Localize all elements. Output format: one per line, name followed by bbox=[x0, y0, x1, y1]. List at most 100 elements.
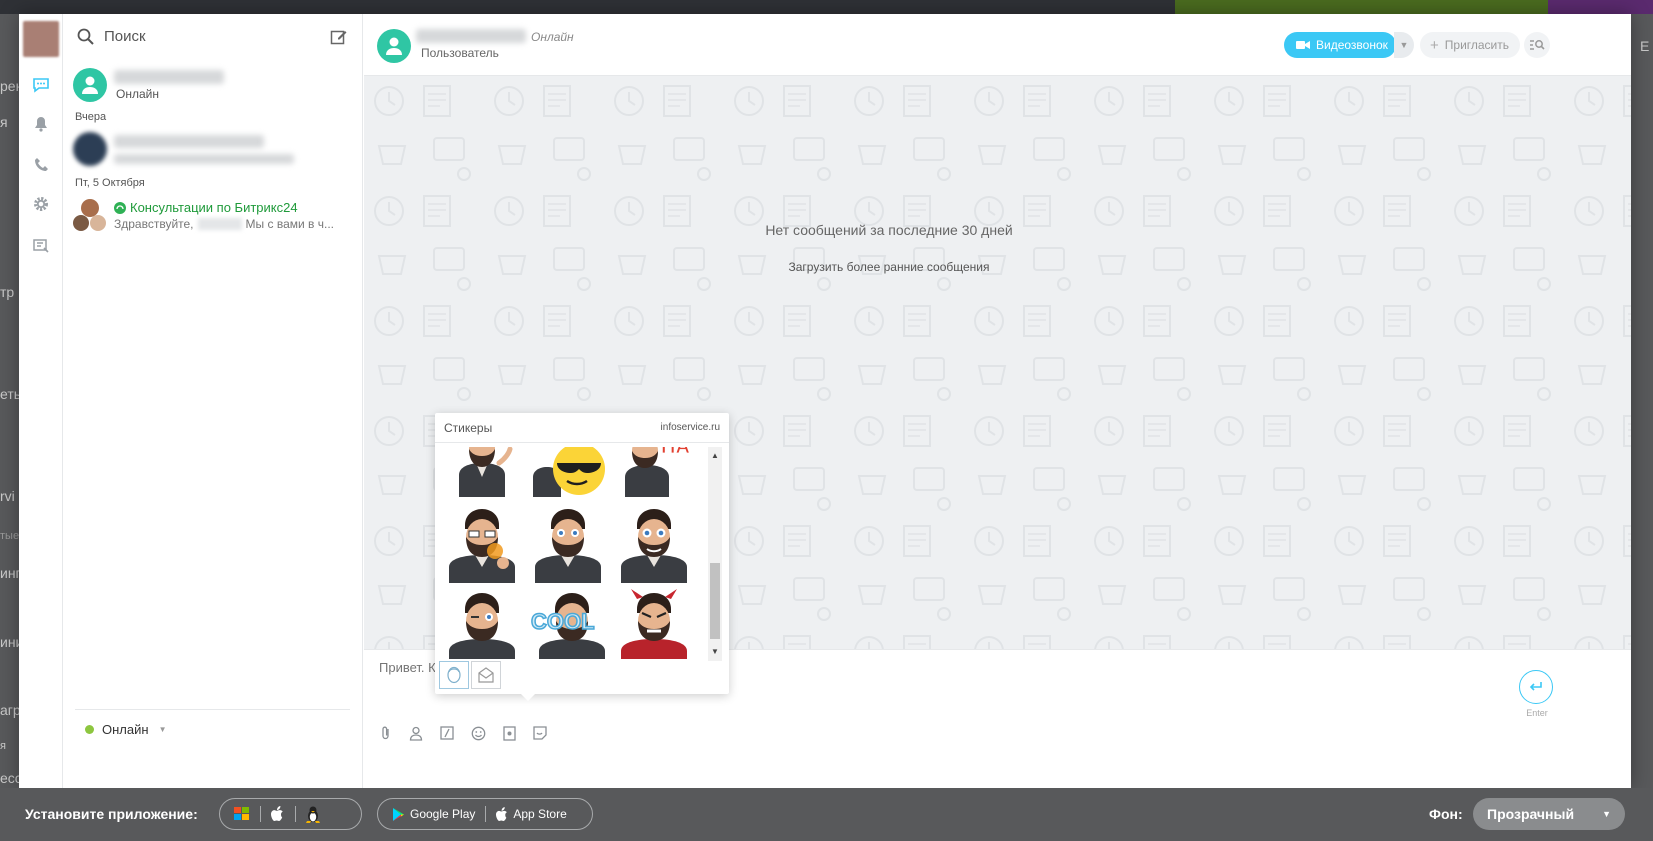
bg-fragment: я bbox=[0, 114, 8, 130]
sticker-icon[interactable] bbox=[532, 725, 548, 741]
sticker-item[interactable] bbox=[443, 505, 521, 583]
sticker-scrollbar[interactable]: ▲ ▼ bbox=[708, 447, 722, 661]
avatar bbox=[73, 132, 107, 166]
messenger-nav bbox=[19, 14, 63, 788]
bg-fragment: тр bbox=[0, 284, 15, 300]
smile-icon[interactable] bbox=[470, 725, 486, 741]
apple-icon bbox=[496, 806, 508, 821]
bg-fragment: агр bbox=[0, 702, 21, 718]
user-status: Онлайн bbox=[116, 87, 159, 101]
sticker-item[interactable] bbox=[529, 505, 607, 583]
list-item-consultations[interactable]: Консультации по Битрикс24 Здравствуйте, … bbox=[73, 199, 352, 233]
sticker-grid: HA COOL bbox=[443, 447, 707, 659]
bg-fragment: тые bbox=[0, 530, 20, 542]
my-status-label: Онлайн bbox=[102, 722, 149, 737]
avatar[interactable] bbox=[377, 29, 411, 63]
compose-icon[interactable] bbox=[330, 28, 348, 51]
chat-title: Консультации по Битрикс24 bbox=[130, 200, 298, 215]
bg-fragment: E bbox=[1640, 38, 1650, 54]
apple-icon[interactable] bbox=[271, 806, 285, 822]
bg-fragment: инг bbox=[0, 565, 21, 581]
sticker-pack-tab-2[interactable] bbox=[471, 661, 501, 689]
chat-preview-a: Здравствуйте, bbox=[114, 217, 194, 231]
search-input[interactable]: Поиск bbox=[104, 28, 146, 45]
chat-name-blurred bbox=[114, 135, 264, 148]
date-separator: Вчера bbox=[75, 111, 107, 123]
video-call-label: Видеозвонок bbox=[1316, 38, 1388, 52]
list-item[interactable] bbox=[73, 132, 352, 166]
bell-icon[interactable] bbox=[31, 114, 51, 134]
chat-icon[interactable] bbox=[31, 75, 51, 95]
search-bar[interactable]: Поиск bbox=[77, 28, 146, 45]
avatar bbox=[73, 68, 107, 102]
chevron-down-icon: ▼ bbox=[1602, 809, 1611, 819]
preview-blurred bbox=[197, 218, 242, 230]
send-button[interactable] bbox=[1519, 670, 1553, 704]
group-avatar bbox=[73, 199, 107, 233]
command-icon[interactable] bbox=[439, 725, 455, 741]
online-dot bbox=[85, 725, 94, 734]
mail-face-icon bbox=[478, 667, 494, 683]
list-item-current-user[interactable]: Онлайн bbox=[73, 68, 352, 102]
face-icon bbox=[447, 666, 461, 684]
document-icon[interactable] bbox=[501, 725, 517, 741]
video-call-button[interactable]: Видеозвонок bbox=[1284, 32, 1396, 58]
sticker-item[interactable] bbox=[529, 447, 607, 497]
linux-icon[interactable] bbox=[306, 806, 320, 823]
sticker-title: Стикеры bbox=[444, 420, 493, 435]
search-icon bbox=[77, 28, 94, 45]
chat-preview-blurred bbox=[114, 154, 294, 164]
install-apps-bar: Установите приложение: Google Play App S… bbox=[0, 788, 1653, 841]
mobile-apps-pill: Google Play App Store bbox=[377, 798, 593, 830]
messenger-window: Поиск Онлайн Вчера Пт, 5 Октября Консуль… bbox=[19, 14, 1631, 788]
notes-icon[interactable] bbox=[31, 236, 51, 256]
sticker-source[interactable]: infoservice.ru bbox=[661, 422, 720, 433]
chat-user-status: Онлайн bbox=[531, 30, 574, 44]
sticker-item[interactable] bbox=[443, 447, 521, 497]
camera-icon bbox=[1296, 41, 1310, 49]
app-store-label[interactable]: App Store bbox=[513, 807, 566, 821]
sticker-item[interactable] bbox=[615, 589, 693, 659]
enter-arrow-icon bbox=[1529, 682, 1542, 691]
scroll-up-icon[interactable]: ▲ bbox=[711, 451, 719, 460]
openline-icon bbox=[114, 201, 126, 214]
browser-top-strip bbox=[0, 0, 1653, 14]
sticker-item[interactable] bbox=[443, 589, 521, 659]
search-messages-button[interactable] bbox=[1524, 32, 1550, 58]
mention-user-icon[interactable] bbox=[408, 725, 424, 741]
popup-caret bbox=[521, 694, 535, 701]
my-status-selector[interactable]: Онлайн ▼ bbox=[75, 709, 350, 749]
chat-user-role: Пользователь bbox=[421, 46, 499, 60]
google-play-label[interactable]: Google Play bbox=[410, 807, 475, 821]
ha-text: HA bbox=[661, 447, 690, 458]
scroll-down-icon[interactable]: ▼ bbox=[711, 647, 719, 656]
chevron-down-icon: ▼ bbox=[1399, 40, 1409, 50]
video-call-menu-button[interactable]: ▼ bbox=[1394, 32, 1414, 58]
plus-icon: + bbox=[1430, 36, 1439, 54]
my-avatar[interactable] bbox=[23, 21, 59, 57]
windows-icon[interactable] bbox=[234, 807, 250, 821]
sticker-popup: Стикеры infoservice.ru HA COOL ▲ ▼ bbox=[435, 413, 729, 701]
desktop-apps-pill bbox=[219, 798, 362, 830]
sticker-pack-tab-bitmoji[interactable] bbox=[439, 661, 469, 689]
gear-icon[interactable] bbox=[31, 194, 51, 214]
phone-icon[interactable] bbox=[31, 154, 51, 174]
scroll-thumb[interactable] bbox=[710, 563, 720, 639]
background-select[interactable]: Прозрачный ▼ bbox=[1473, 798, 1625, 830]
invite-button[interactable]: + Пригласить bbox=[1420, 32, 1520, 58]
background-label: Фон: bbox=[1429, 806, 1463, 822]
sticker-item[interactable]: HA bbox=[615, 447, 693, 497]
load-earlier-link[interactable]: Загрузить более ранние сообщения bbox=[364, 260, 1414, 274]
no-messages-text: Нет сообщений за последние 30 дней bbox=[765, 222, 1013, 238]
user-name-blurred bbox=[114, 70, 224, 84]
recent-chats-panel: Поиск Онлайн Вчера Пт, 5 Октября Консуль… bbox=[63, 14, 363, 788]
bg-fragment: rvi bbox=[0, 488, 15, 504]
chevron-down-icon: ▼ bbox=[158, 725, 167, 734]
chat-user-name-blurred bbox=[416, 29, 526, 43]
sticker-item[interactable]: COOL bbox=[529, 589, 607, 659]
google-play-icon[interactable] bbox=[392, 807, 406, 822]
chat-preview-b: Мы с вами в ч... bbox=[245, 217, 334, 231]
attach-icon[interactable] bbox=[378, 725, 394, 741]
sticker-item[interactable] bbox=[615, 505, 693, 583]
chat-header: Онлайн Пользователь Видеозвонок ▼ + Приг… bbox=[364, 14, 1631, 76]
